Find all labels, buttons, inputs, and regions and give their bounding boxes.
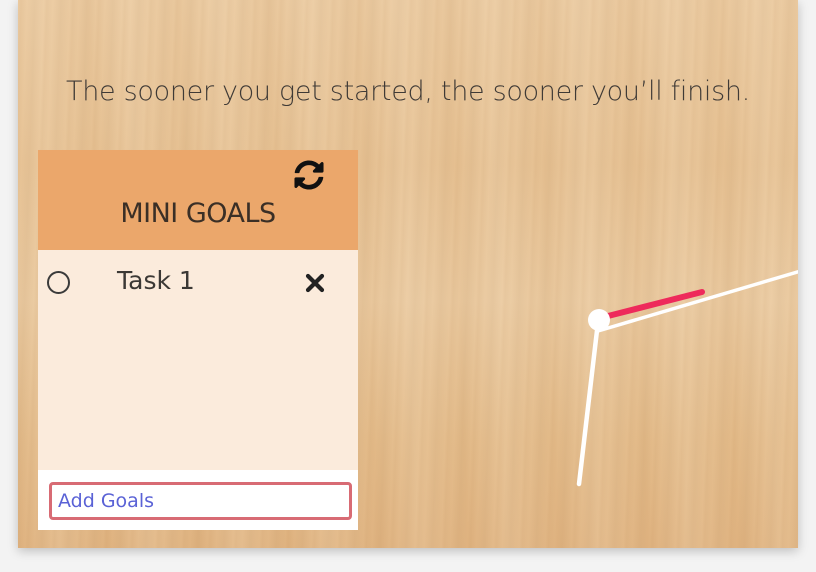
task-checkbox[interactable] bbox=[47, 271, 70, 294]
motivational-quote: The sooner you get started, the sooner y… bbox=[66, 76, 750, 107]
goals-header: MINI GOALS bbox=[38, 150, 358, 250]
mini-goals-widget: MINI GOALS Task 1 bbox=[38, 150, 358, 530]
refresh-icon[interactable] bbox=[294, 160, 324, 190]
task-label: Task 1 bbox=[117, 266, 195, 295]
wood-background: The sooner you get started, the sooner y… bbox=[18, 0, 798, 548]
clock-center bbox=[588, 309, 610, 331]
goals-footer bbox=[38, 470, 358, 530]
goals-list: Task 1 bbox=[38, 250, 358, 470]
goals-title: MINI GOALS bbox=[120, 198, 276, 229]
list-item: Task 1 bbox=[38, 262, 358, 302]
analog-clock bbox=[576, 270, 798, 487]
hour-hand bbox=[576, 319, 601, 487]
add-goal-input[interactable] bbox=[49, 482, 352, 520]
close-icon[interactable] bbox=[303, 271, 327, 295]
